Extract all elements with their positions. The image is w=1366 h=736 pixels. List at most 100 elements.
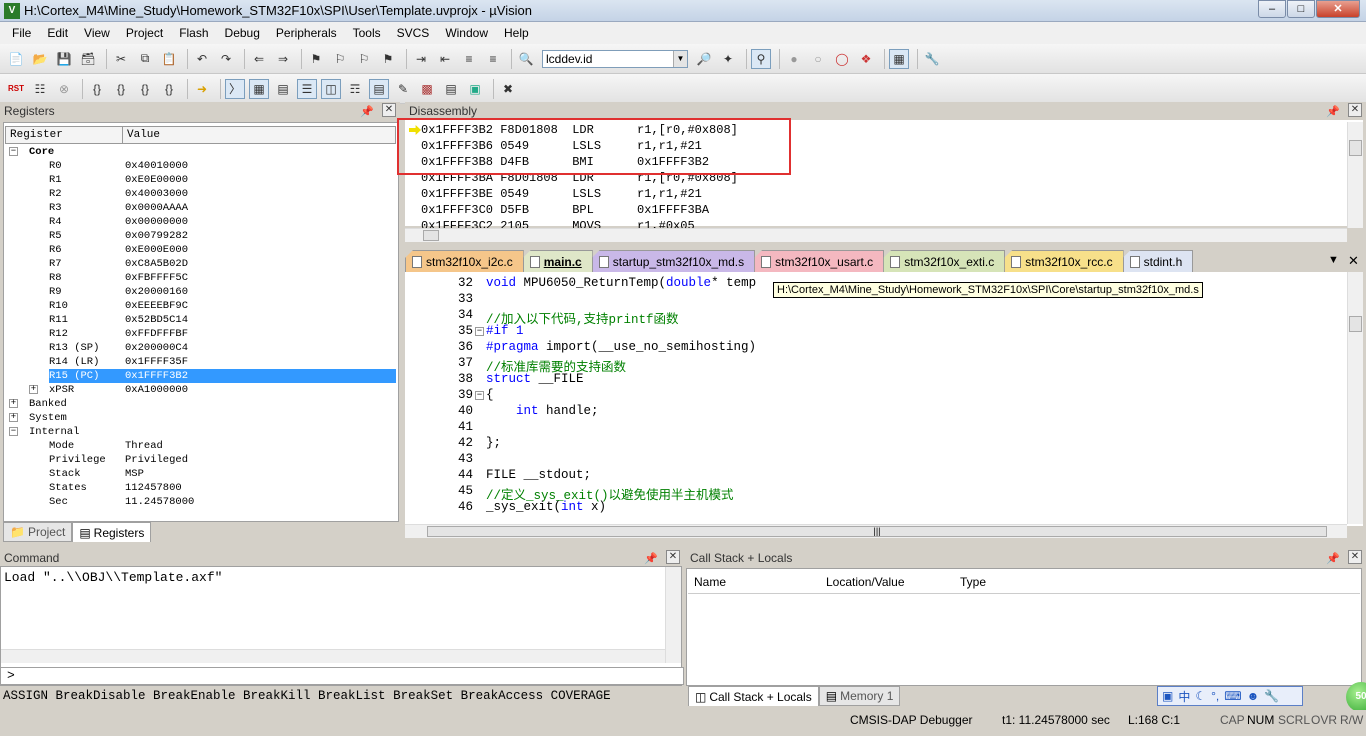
- menu-svcs[interactable]: SVCS: [389, 26, 438, 40]
- ime-icon[interactable]: ▣: [1162, 689, 1173, 703]
- pin-icon[interactable]: 📌: [360, 103, 374, 121]
- tab-list-chevron-icon[interactable]: ▼: [1328, 254, 1339, 266]
- register-group-row[interactable]: − Internal: [5, 425, 396, 439]
- expand-icon[interactable]: +: [9, 413, 18, 422]
- file-tab[interactable]: main.c: [522, 250, 593, 272]
- open-folder-icon[interactable]: 📂: [30, 49, 50, 69]
- stop-icon[interactable]: ⊗: [54, 79, 74, 99]
- call-stack-window-icon[interactable]: ◫: [321, 78, 341, 99]
- configure-icon[interactable]: 🔧: [922, 49, 942, 69]
- symbols-window-icon[interactable]: ▤: [273, 79, 293, 99]
- register-row[interactable]: R11 0x52BD5C14: [5, 313, 396, 327]
- uncomment-icon[interactable]: ≡: [483, 49, 503, 69]
- collapse-icon[interactable]: −: [9, 147, 18, 156]
- menu-help[interactable]: Help: [496, 26, 537, 40]
- bookmark-icon[interactable]: ⚑: [306, 49, 326, 69]
- register-row[interactable]: R4 0x00000000: [5, 215, 396, 229]
- kill-breakpoints-icon[interactable]: ❖: [856, 49, 876, 69]
- register-row[interactable]: Privilege Privileged: [5, 453, 396, 467]
- memory-window-icon[interactable]: ▤: [369, 78, 389, 99]
- register-group-row[interactable]: + System: [5, 411, 396, 425]
- ime-mode[interactable]: 中: [1178, 688, 1190, 705]
- maximize-button[interactable]: □: [1287, 0, 1315, 18]
- system-viewer-icon[interactable]: ▣: [465, 79, 485, 99]
- register-row[interactable]: R8 0xFBFFFF5C: [5, 271, 396, 285]
- clear-bookmarks-icon[interactable]: ⚑: [378, 49, 398, 69]
- register-row[interactable]: Stack MSP: [5, 467, 396, 481]
- debug-session-icon[interactable]: ⚲: [751, 48, 771, 69]
- register-row[interactable]: R2 0x40003000: [5, 187, 396, 201]
- expand-icon[interactable]: +: [9, 399, 18, 408]
- step-out-icon[interactable]: {}: [135, 79, 155, 99]
- code-line[interactable]: 37//标准库需要的支持函数: [405, 356, 1335, 375]
- next-bookmark-icon[interactable]: ⚐: [354, 49, 374, 69]
- code-line[interactable]: 35− #if 1: [405, 324, 1335, 340]
- ime-toolbar[interactable]: ▣ 中 ☾ °, ⌨ ☻ 🔧: [1157, 686, 1303, 706]
- code-line[interactable]: 36 #pragma import(__use_no_semihosting): [405, 340, 1335, 356]
- file-tab[interactable]: stdint.h: [1122, 250, 1194, 272]
- tab-project[interactable]: 📁 Project: [3, 522, 73, 542]
- step-over-icon[interactable]: {}: [111, 79, 131, 99]
- column-name[interactable]: Name: [694, 575, 726, 589]
- register-row[interactable]: States 112457800: [5, 481, 396, 495]
- file-tab[interactable]: startup_stm32f10x_md.s: [591, 250, 756, 272]
- editor-vscroll[interactable]: [1347, 272, 1363, 524]
- insert-breakpoint-icon[interactable]: ●: [784, 49, 804, 69]
- code-line[interactable]: 41: [405, 420, 1335, 436]
- column-value[interactable]: Value: [127, 129, 160, 141]
- disable-breakpoints-icon[interactable]: ◯: [832, 49, 852, 69]
- menu-window[interactable]: Window: [437, 26, 496, 40]
- menu-project[interactable]: Project: [118, 26, 171, 40]
- moon-icon[interactable]: ☾: [1195, 689, 1206, 703]
- disassembly-window-icon[interactable]: ▦: [249, 78, 269, 99]
- pin-icon[interactable]: 📌: [1326, 550, 1340, 568]
- punct-icon[interactable]: °,: [1211, 689, 1219, 703]
- register-row[interactable]: Mode Thread: [5, 439, 396, 453]
- copy-icon[interactable]: ⧉: [135, 49, 155, 69]
- keyboard-icon[interactable]: ⌨: [1224, 689, 1241, 703]
- pin-icon[interactable]: 📌: [1326, 103, 1340, 121]
- analysis-window-icon[interactable]: ▩: [417, 79, 437, 99]
- register-group-row[interactable]: − Core: [5, 145, 396, 159]
- window-layout-icon[interactable]: ▦: [889, 48, 909, 69]
- close-tab-icon[interactable]: ✕: [1348, 253, 1359, 269]
- column-type[interactable]: Type: [960, 575, 986, 589]
- fold-icon[interactable]: −: [475, 391, 484, 400]
- unindent-icon[interactable]: ⇤: [435, 49, 455, 69]
- trace-window-icon[interactable]: ▤: [441, 79, 461, 99]
- file-tab[interactable]: stm32f10x_exti.c: [883, 250, 1006, 272]
- fold-icon[interactable]: −: [475, 327, 484, 336]
- tab-memory-1[interactable]: ▤ Memory 1: [818, 686, 901, 706]
- save-all-icon[interactable]: 🗃: [78, 49, 98, 69]
- user-icon[interactable]: ☻: [1247, 689, 1260, 703]
- nav-back-icon[interactable]: ⇐: [249, 49, 269, 69]
- register-row[interactable]: R12 0xFFDFFFBF: [5, 327, 396, 341]
- register-row[interactable]: R15 (PC) 0x1FFFF3B2: [5, 369, 396, 383]
- indent-icon[interactable]: ⇥: [411, 49, 431, 69]
- column-location-value[interactable]: Location/Value: [826, 575, 905, 589]
- code-line[interactable]: 46 _sys_exit(int x): [405, 500, 1335, 516]
- code-line[interactable]: 45//定义_sys_exit()以避免使用半主机模式: [405, 484, 1335, 503]
- expand-icon[interactable]: +: [29, 385, 38, 394]
- reset-icon[interactable]: RST: [6, 79, 26, 99]
- close-icon[interactable]: ✕: [382, 103, 396, 117]
- incremental-find-icon[interactable]: ✦: [718, 49, 738, 69]
- menu-edit[interactable]: Edit: [39, 26, 76, 40]
- toolbox-icon[interactable]: ✖: [498, 79, 518, 99]
- code-line[interactable]: 43: [405, 452, 1335, 468]
- register-group-row[interactable]: + Banked: [5, 397, 396, 411]
- step-into-icon[interactable]: {}: [87, 79, 107, 99]
- undo-icon[interactable]: ↶: [192, 49, 212, 69]
- command-vscroll[interactable]: [665, 567, 681, 663]
- paste-icon[interactable]: 📋: [159, 49, 179, 69]
- register-row[interactable]: R5 0x00799282: [5, 229, 396, 243]
- column-register[interactable]: Register: [10, 129, 63, 141]
- register-row[interactable]: R9 0x20000160: [5, 285, 396, 299]
- save-icon[interactable]: 💾: [54, 49, 74, 69]
- watch-windows-icon[interactable]: ☶: [345, 79, 365, 99]
- cut-icon[interactable]: ✂: [111, 49, 131, 69]
- comment-icon[interactable]: ≡: [459, 49, 479, 69]
- menu-file[interactable]: File: [4, 26, 39, 40]
- file-tab[interactable]: stm32f10x_i2c.c: [405, 250, 524, 272]
- menu-view[interactable]: View: [76, 26, 118, 40]
